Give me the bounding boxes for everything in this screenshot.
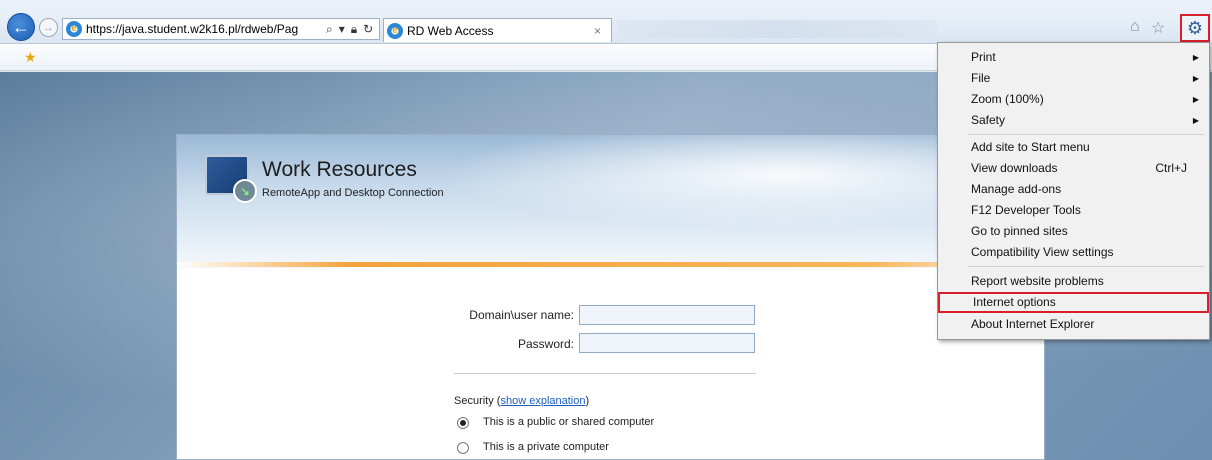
submenu-arrow-icon: ▶ [1192,95,1199,104]
menu-item-manage-addons[interactable]: Manage add-ons [938,179,1209,200]
back-arrow-icon: ← [12,16,30,37]
radio-private-label[interactable]: This is a private computer [483,441,609,453]
password-input[interactable] [579,333,755,353]
url-text[interactable]: https://java.student.w2k16.pl/rdweb/Pag [86,22,322,36]
menu-item-add-site[interactable]: Add site to Start menu [938,137,1209,158]
tools-gear-button[interactable]: ⚙ [1180,14,1210,42]
menu-item-zoom[interactable]: Zoom (100%) ▶ [938,89,1209,110]
tab-strip-background [617,20,937,38]
menu-item-compat-view[interactable]: Compatibility View settings [938,242,1209,263]
menu-item-safety[interactable]: Safety ▶ [938,110,1209,131]
search-icon[interactable]: ⌕ [326,22,333,37]
dropdown-icon[interactable]: ▾ [339,22,345,37]
tools-menu: Print ▶ File ▶ Zoom (100%) ▶ Safety ▶ Ad… [937,42,1210,340]
password-label: Password: [517,337,574,351]
add-favorites-icon[interactable]: ★ [24,49,37,66]
show-explanation-link[interactable]: show explanation [500,395,585,407]
radio-private[interactable] [457,442,469,454]
shortcut-text: Ctrl+J [1155,161,1187,175]
domain-user-input[interactable] [579,305,755,325]
forward-button[interactable]: → [39,18,58,37]
menu-item-file[interactable]: File ▶ [938,68,1209,89]
menu-separator [968,134,1204,135]
security-label: Security (show explanation) [454,395,589,407]
tab-title: RD Web Access [407,23,494,38]
panel-header [177,135,1044,268]
radio-public-label[interactable]: This is a public or shared computer [483,416,654,428]
radio-public[interactable] [457,417,469,429]
home-icon[interactable]: ⌂ [1130,18,1140,36]
submenu-arrow-icon: ▶ [1192,74,1199,83]
back-button[interactable]: ← [7,13,35,41]
address-bar[interactable]: e https://java.student.w2k16.pl/rdweb/Pa… [62,18,380,40]
page-title: Work Resources [262,158,417,181]
security-text: Security ( [454,395,501,407]
menu-item-f12-tools[interactable]: F12 Developer Tools [938,200,1209,221]
menu-item-report-problems[interactable]: Report website problems [938,271,1209,292]
submenu-arrow-icon: ▶ [1192,116,1199,125]
tab-close-icon[interactable]: × [584,24,611,38]
page-subtitle: RemoteApp and Desktop Connection [262,187,444,199]
domain-label: Domain\user name: [469,308,574,322]
submenu-arrow-icon: ▶ [1192,53,1199,62]
gear-icon: ⚙ [1186,17,1204,38]
tab-rd-web-access[interactable]: e RD Web Access × [383,18,612,42]
browser-toolbar: ← → e https://java.student.w2k16.pl/rdwe… [0,0,1212,44]
forward-arrow-icon: → [43,21,54,34]
login-panel: ↘ Work Resources RemoteApp and Desktop C… [176,134,1045,460]
refresh-icon[interactable]: ↻ [363,22,373,37]
menu-item-about-ie[interactable]: About Internet Explorer [938,314,1209,335]
menu-item-pinned-sites[interactable]: Go to pinned sites [938,221,1209,242]
header-divider [177,262,1044,267]
connection-badge-icon: ↘ [233,179,257,203]
menu-item-print[interactable]: Print ▶ [938,47,1209,68]
lock-icon[interactable]: 🔒︎ [351,22,357,37]
security-close: ) [585,395,590,407]
ie-tab-icon: e [387,22,403,39]
form-divider [454,373,756,374]
favorites-star-icon[interactable]: ☆ [1151,18,1165,38]
menu-separator [968,266,1204,267]
menu-item-internet-options[interactable]: Internet options [938,292,1209,313]
menu-item-view-downloads[interactable]: View downloads Ctrl+J [938,158,1209,179]
ie-page-icon: e [66,21,82,37]
